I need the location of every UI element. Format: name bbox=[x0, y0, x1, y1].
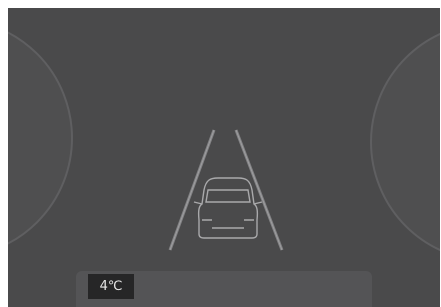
driver-assist-view bbox=[168, 129, 284, 251]
outside-temperature-readout: 4℃ bbox=[88, 274, 134, 299]
screenshot-canvas: 4℃ bbox=[0, 0, 441, 307]
instrument-cluster-display bbox=[8, 8, 440, 307]
car-rear-view-icon bbox=[193, 177, 263, 239]
